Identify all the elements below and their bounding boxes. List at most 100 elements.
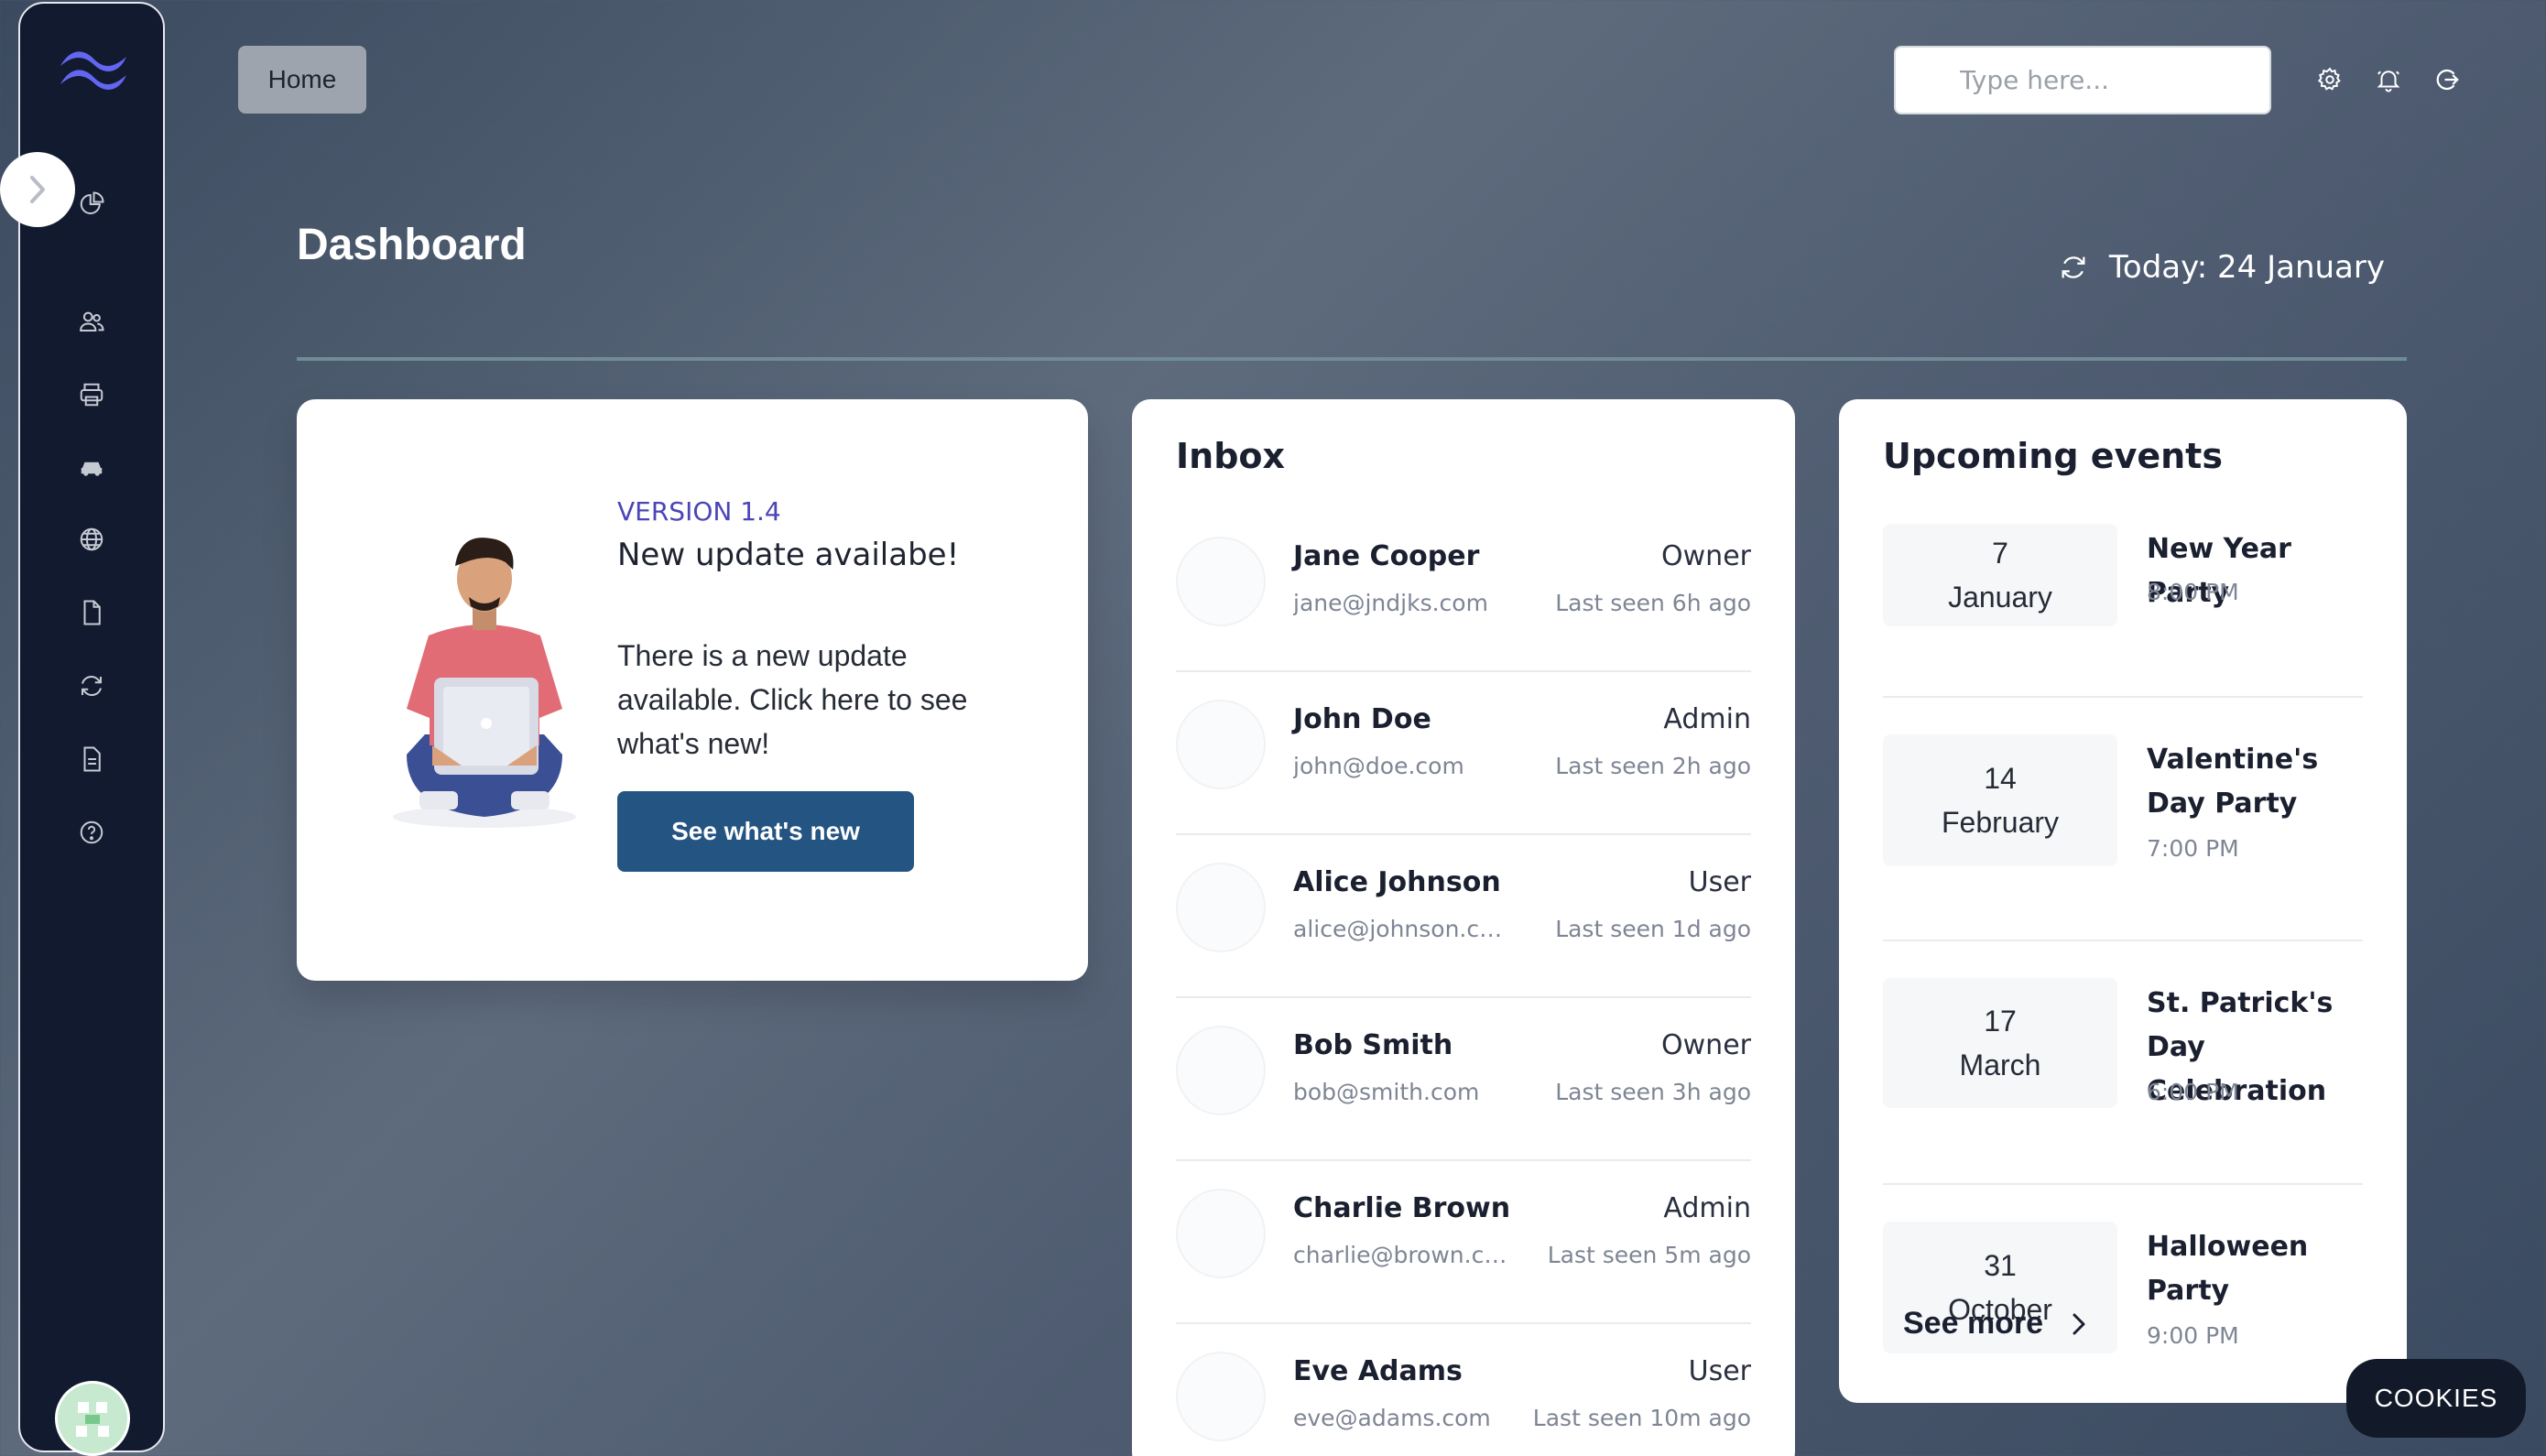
- sidebar-item-sync[interactable]: [76, 670, 107, 701]
- update-description: There is a new update available. Click h…: [617, 639, 968, 760]
- today-date: Today: 24 January: [2058, 249, 2385, 286]
- sidebar-item-documents[interactable]: [76, 597, 107, 628]
- inbox-item-name: John Doe: [1293, 703, 1431, 735]
- sidebar-item-reports[interactable]: [76, 744, 107, 775]
- printer-icon: [80, 383, 103, 407]
- header-divider: [297, 357, 2407, 361]
- event-day: 31: [1984, 1249, 2017, 1282]
- event-day: 14: [1984, 762, 2017, 795]
- bell-icon: [2377, 71, 2400, 92]
- logout-icon: [2436, 69, 2459, 91]
- sidebar-item-print[interactable]: [76, 379, 107, 410]
- inbox-item-name: Charlie Brown: [1293, 1192, 1511, 1224]
- inbox-item-role: Owner: [1661, 1029, 1751, 1061]
- inbox-item-role: User: [1688, 866, 1751, 898]
- gear-icon: [2317, 67, 2341, 91]
- avatar: [1176, 1026, 1266, 1115]
- event-item[interactable]: 14 February Valentine's Day Party 7:00 P…: [1883, 734, 2363, 941]
- cookies-button[interactable]: COOKIES: [2346, 1359, 2526, 1438]
- inbox-item-last-seen: Last seen 10m ago: [1532, 1405, 1751, 1431]
- document-icon: [83, 600, 101, 625]
- inbox-item-role: Admin: [1663, 1192, 1751, 1224]
- notifications-button[interactable]: [2373, 64, 2404, 95]
- search-input[interactable]: [1894, 46, 2271, 114]
- refresh-icon[interactable]: [2058, 252, 2089, 283]
- file-text-icon: [83, 746, 101, 772]
- refresh-icon: [82, 676, 102, 696]
- sidebar: [0, 2, 165, 1456]
- event-day: 7: [1992, 537, 2008, 570]
- inbox-item[interactable]: Eve Adams eve@adams.com User Last seen 1…: [1176, 1324, 1751, 1456]
- event-item[interactable]: 17 March St. Patrick's Day Celebration 6…: [1883, 978, 2363, 1185]
- event-month: February: [1941, 806, 2060, 839]
- event-day: 17: [1984, 1005, 2017, 1038]
- inbox-card: Inbox Jane Cooper jane@jndjks.com Owner …: [1132, 399, 1795, 1456]
- settings-button[interactable]: [2314, 64, 2345, 95]
- inbox-item-last-seen: Last seen 6h ago: [1555, 590, 1751, 616]
- event-date: 14 February: [1883, 734, 2117, 866]
- event-month: March: [1959, 1049, 2041, 1081]
- see-whats-new-button[interactable]: See what's new: [617, 791, 914, 872]
- events-card: Upcoming events 7 January New Year Party…: [1839, 399, 2407, 1403]
- event-time: 6:00 PM: [2147, 1079, 2239, 1105]
- inbox-item-last-seen: Last seen 1d ago: [1555, 916, 1751, 942]
- page-title: Dashboard: [297, 221, 527, 269]
- inbox-item-role: Owner: [1661, 540, 1751, 572]
- sidebar-item-global[interactable]: [76, 524, 107, 555]
- inbox-item-name: Bob Smith: [1293, 1029, 1453, 1061]
- inbox-item-email: john@doe.com: [1293, 753, 1464, 779]
- inbox-item[interactable]: Alice Johnson alice@johnson.com User Las…: [1176, 835, 1751, 998]
- inbox-item-last-seen: Last seen 5m ago: [1547, 1242, 1751, 1268]
- version-label: VERSION 1.4: [617, 496, 781, 527]
- update-card: VERSION 1.4 New update availabe! There i…: [297, 399, 1088, 981]
- inbox-item[interactable]: Bob Smith bob@smith.com Owner Last seen …: [1176, 998, 1751, 1161]
- avatar: [1176, 863, 1266, 952]
- person-laptop-illustration: [393, 538, 576, 828]
- identicon-icon: [76, 1402, 109, 1437]
- inbox-item[interactable]: Jane Cooper jane@jndjks.com Owner Last s…: [1176, 509, 1751, 672]
- logo-icon[interactable]: [55, 42, 132, 97]
- inbox-title: Inbox: [1176, 436, 1286, 476]
- inbox-item[interactable]: John Doe john@doe.com Admin Last seen 2h…: [1176, 672, 1751, 835]
- avatar: [1176, 537, 1266, 626]
- sidebar-expand-button[interactable]: [0, 152, 75, 227]
- inbox-item-name: Eve Adams: [1293, 1355, 1463, 1387]
- inbox-item[interactable]: Charlie Brown charlie@brown.co... Admin …: [1176, 1161, 1751, 1324]
- see-more-label: See more: [1903, 1306, 2044, 1341]
- inbox-item-name: Jane Cooper: [1293, 540, 1480, 572]
- inbox-item-email: alice@johnson.com: [1293, 916, 1513, 942]
- sidebar-item-vehicles[interactable]: [76, 452, 107, 484]
- events-list: 7 January New Year Party 8:00 PM 14 Febr…: [1883, 524, 2363, 1359]
- sidebar-item-analytics[interactable]: [76, 189, 107, 220]
- event-month: January: [1948, 581, 2052, 614]
- inbox-item-role: Admin: [1663, 703, 1751, 735]
- sidebar-item-users[interactable]: [76, 306, 107, 337]
- event-item[interactable]: 7 January New Year Party 8:00 PM: [1883, 524, 2363, 698]
- chevron-right-icon: [2073, 1313, 2085, 1334]
- event-date: 7 January: [1883, 524, 2117, 626]
- see-more-button[interactable]: See more: [1903, 1306, 2087, 1342]
- sidebar-item-help[interactable]: [76, 817, 107, 848]
- inbox-item-name: Alice Johnson: [1293, 866, 1501, 898]
- car-icon: [81, 462, 103, 476]
- inbox-item-email: jane@jndjks.com: [1293, 590, 1488, 616]
- inbox-item-last-seen: Last seen 2h ago: [1555, 753, 1751, 779]
- event-time: 8:00 PM: [2147, 579, 2239, 605]
- inbox-item-email: bob@smith.com: [1293, 1079, 1480, 1105]
- inbox-list: Jane Cooper jane@jndjks.com Owner Last s…: [1176, 509, 1751, 1456]
- event-time: 7:00 PM: [2147, 835, 2239, 862]
- logout-button[interactable]: [2432, 64, 2463, 95]
- today-label: Today: 24 January: [2108, 249, 2385, 286]
- home-button[interactable]: Home: [238, 46, 366, 114]
- globe-icon: [80, 527, 103, 551]
- user-avatar[interactable]: [55, 1381, 130, 1456]
- chevron-right-icon: [30, 176, 45, 203]
- event-name: Halloween Party: [2147, 1231, 2309, 1307]
- inbox-item-role: User: [1688, 1355, 1751, 1387]
- inbox-item-last-seen: Last seen 3h ago: [1555, 1079, 1751, 1105]
- event-date: 17 March: [1883, 978, 2117, 1108]
- events-title: Upcoming events: [1883, 436, 2223, 476]
- inbox-item-email: eve@adams.com: [1293, 1405, 1491, 1431]
- help-icon: [80, 820, 103, 844]
- inbox-item-email: charlie@brown.co...: [1293, 1242, 1513, 1268]
